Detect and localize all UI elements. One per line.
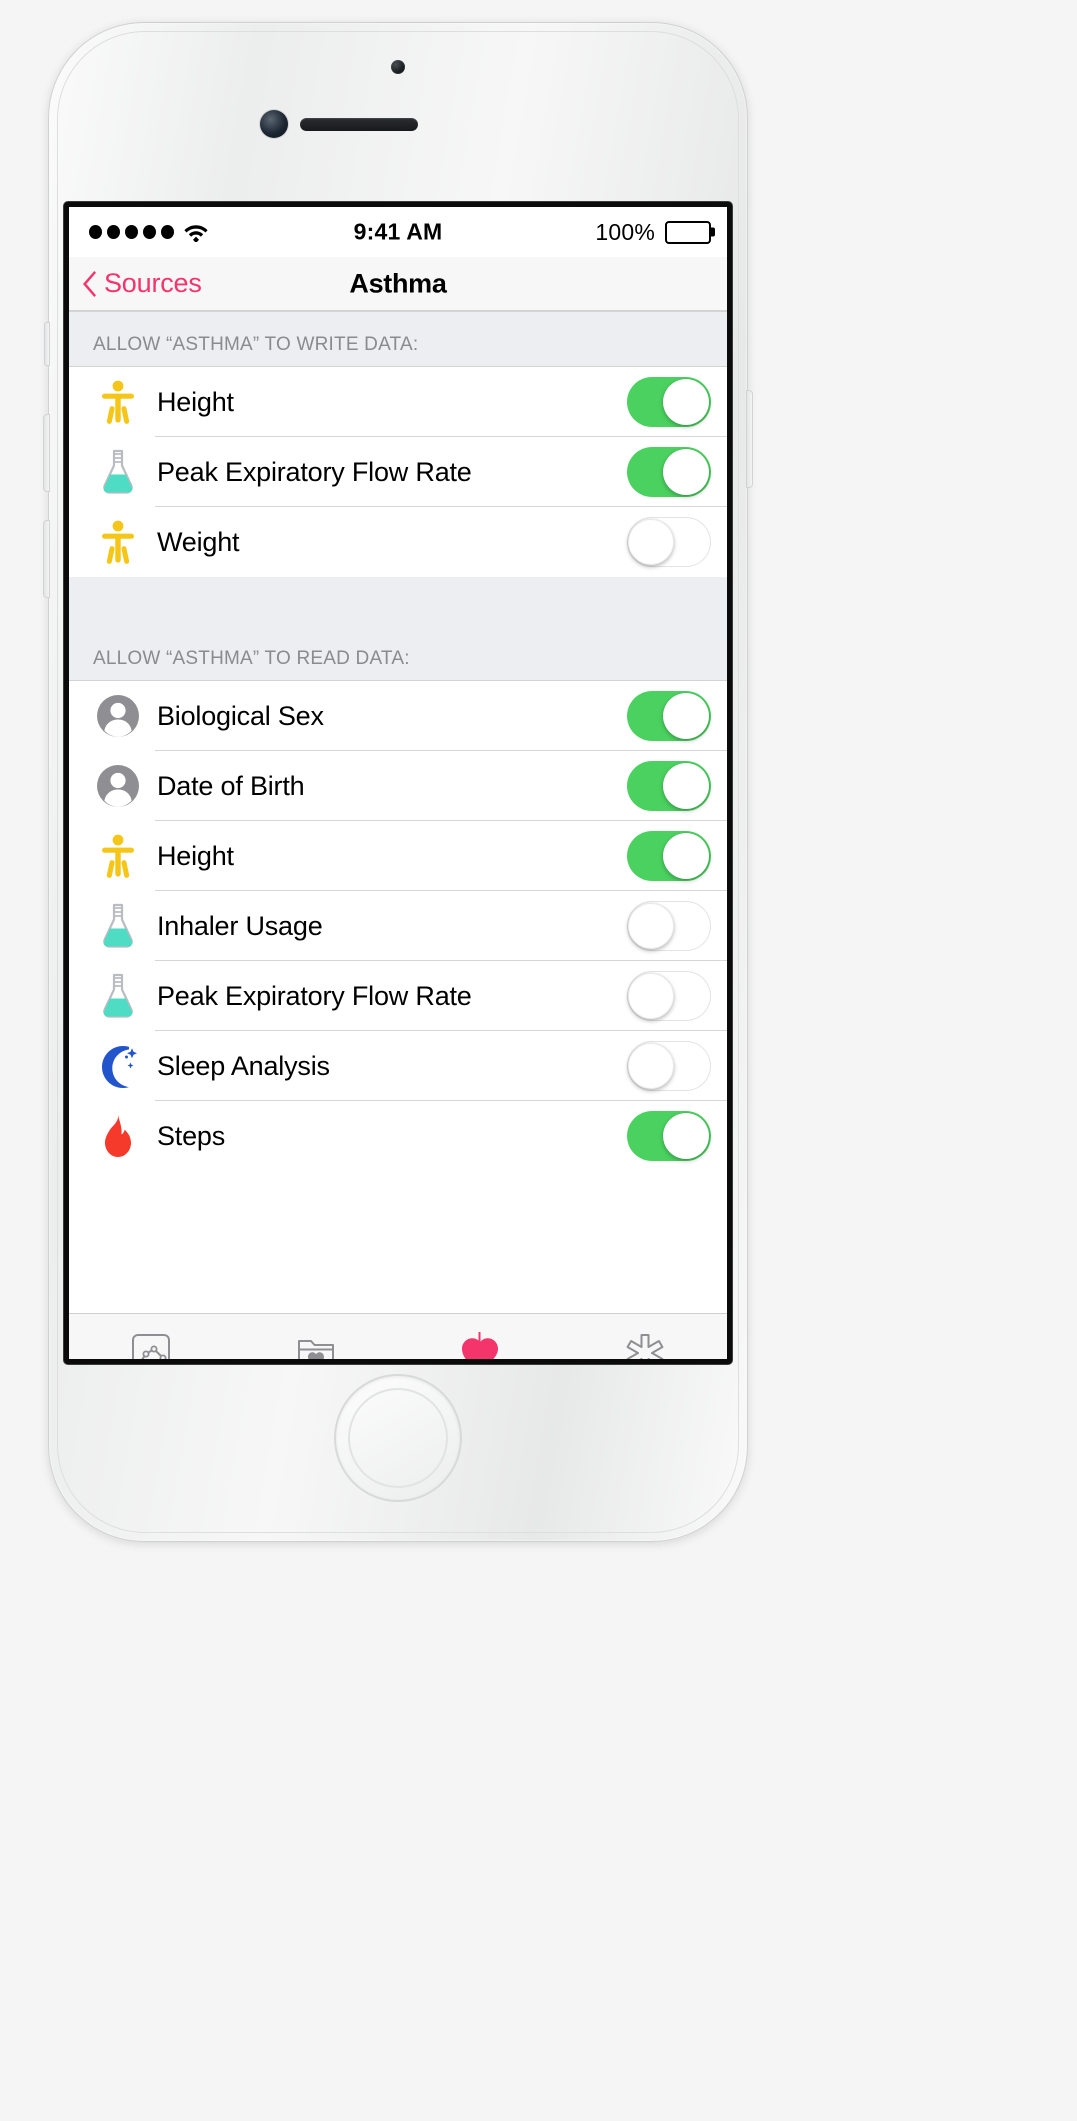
body-measurement-icon — [91, 375, 145, 429]
toggle-switch[interactable] — [627, 831, 711, 881]
body-measurement-icon — [91, 515, 145, 569]
power-button[interactable] — [746, 390, 753, 488]
volume-down-button[interactable] — [43, 520, 50, 598]
table-row[interactable]: Sleep Analysis — [69, 1031, 727, 1101]
page-title: Asthma — [349, 268, 447, 298]
table-row[interactable]: Weight — [69, 507, 727, 577]
flask-icon — [91, 445, 145, 499]
status-bar: 9:41 AM 100% — [69, 207, 727, 257]
tab-health-data[interactable]: Health Data — [234, 1314, 399, 1359]
row-label: Weight — [157, 526, 240, 557]
battery-percent-label: 100% — [595, 218, 655, 245]
table-row[interactable]: Inhaler Usage — [69, 891, 727, 961]
sources-heart-icon — [460, 1331, 500, 1359]
tab-sources[interactable]: Sources — [398, 1314, 563, 1359]
row-label: Peak Expiratory Flow Rate — [157, 456, 472, 487]
table-row[interactable]: Date of Birth — [69, 751, 727, 821]
chevron-left-icon — [83, 270, 96, 297]
toggle-switch[interactable] — [627, 377, 711, 427]
navigation-bar: Sources Asthma — [69, 257, 727, 311]
phone-device: 9:41 AM 100% Sources Asthma ALLOW “ASTHM… — [43, 22, 753, 1542]
table-row[interactable]: Peak Expiratory Flow Rate — [69, 961, 727, 1031]
person-avatar-icon — [91, 759, 145, 813]
row-label: Biological Sex — [157, 700, 324, 731]
table-row[interactable]: Height — [69, 821, 727, 891]
row-label: Peak Expiratory Flow Rate — [157, 980, 472, 1011]
tab-dashboard[interactable]: Dashboard — [69, 1314, 234, 1359]
row-label: Date of Birth — [157, 770, 305, 801]
screen-bezel: 9:41 AM 100% Sources Asthma ALLOW “ASTHM… — [64, 202, 732, 1364]
toggle-switch[interactable] — [627, 447, 711, 497]
signal-dots-icon — [89, 225, 174, 239]
section-header-write: ALLOW “ASTHMA” TO WRITE DATA: — [69, 311, 727, 367]
moon-stars-icon — [91, 1039, 145, 1093]
row-label: Height — [157, 840, 234, 871]
row-label: Height — [157, 386, 234, 417]
tab-bar: Dashboard Health Data — [69, 1313, 727, 1359]
toggle-switch[interactable] — [627, 517, 711, 567]
table-row[interactable]: Steps — [69, 1101, 727, 1171]
earpiece-speaker-icon — [300, 118, 418, 131]
toggle-switch[interactable] — [627, 1041, 711, 1091]
section-header-read: ALLOW “ASTHMA” TO READ DATA: — [69, 577, 727, 681]
flask-icon — [91, 899, 145, 953]
body-measurement-icon — [91, 829, 145, 883]
medical-id-star-icon — [625, 1331, 665, 1359]
front-camera-icon — [260, 110, 288, 138]
phone-screen: 9:41 AM 100% Sources Asthma ALLOW “ASTHM… — [69, 207, 727, 1359]
status-bar-right: 100% — [595, 219, 711, 246]
flask-icon — [91, 969, 145, 1023]
person-avatar-icon — [91, 689, 145, 743]
status-bar-time: 9:41 AM — [353, 218, 443, 245]
table-row[interactable]: Biological Sex — [69, 681, 727, 751]
battery-full-icon — [665, 220, 711, 244]
back-button-label: Sources — [104, 268, 202, 298]
toggle-switch[interactable] — [627, 761, 711, 811]
table-row[interactable]: Height — [69, 367, 727, 437]
flame-icon — [91, 1109, 145, 1163]
health-data-folder-icon — [296, 1331, 336, 1359]
mute-switch-button[interactable] — [44, 322, 50, 366]
settings-list[interactable]: ALLOW “ASTHMA” TO WRITE DATA: Height Pea… — [69, 311, 727, 1313]
back-button[interactable]: Sources — [83, 268, 202, 299]
toggle-switch[interactable] — [627, 691, 711, 741]
table-row[interactable]: Peak Expiratory Flow Rate — [69, 437, 727, 507]
dashboard-chart-icon — [131, 1331, 171, 1359]
toggle-switch[interactable] — [627, 901, 711, 951]
row-label: Inhaler Usage — [157, 910, 323, 941]
row-label: Sleep Analysis — [157, 1050, 330, 1081]
toggle-switch[interactable] — [627, 1111, 711, 1161]
toggle-switch[interactable] — [627, 971, 711, 1021]
wifi-icon — [184, 225, 208, 242]
row-label: Steps — [157, 1120, 226, 1151]
home-button[interactable] — [334, 1374, 462, 1502]
status-bar-left — [89, 222, 209, 242]
camera-icon — [391, 60, 405, 74]
volume-up-button[interactable] — [43, 414, 50, 492]
tab-medical-id[interactable]: Medical ID — [563, 1314, 728, 1359]
